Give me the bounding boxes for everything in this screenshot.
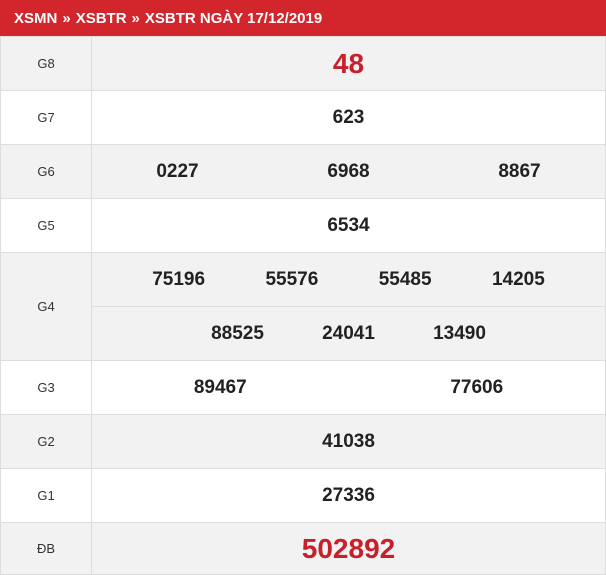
prize-number-g6: 0227 [156,160,199,182]
prize-number-special: 502892 [301,532,396,564]
results-table: G8 48 G7 623 G6 0227 6968 8867 G5 6534 G… [0,36,606,575]
prize-number-g1: 27336 [322,484,375,506]
prize-label: G8 [0,36,92,91]
prize-label: ĐB [0,522,92,575]
prize-number-g3: 77606 [450,376,504,398]
prize-label: G5 [0,198,92,253]
prize-number-g4: 55576 [265,268,319,290]
prize-label: G3 [0,360,92,415]
breadcrumb: XSMN » XSBTR » XSBTR NGÀY 17/12/2019 [0,0,606,36]
prize-row-g4-line2: 88525 24041 13490 [1,306,606,361]
prize-row-g2: G2 41038 [0,414,606,469]
prize-number-g4: 55485 [378,268,432,290]
breadcrumb-current-page[interactable]: XSBTR NGÀY 17/12/2019 [145,10,322,27]
prize-row-db: ĐB 502892 [0,522,606,575]
prize-number-g6: 6968 [327,160,370,182]
breadcrumb-link-xsbtr[interactable]: XSBTR [76,10,127,27]
prize-number-g2: 41038 [322,430,375,452]
prize-label: G2 [0,414,92,469]
prize-number-g3: 89467 [193,376,247,398]
prize-number-g4: 75196 [152,268,206,290]
prize-number-g4: 24041 [322,322,375,344]
prize-number-g4: 14205 [491,268,545,290]
breadcrumb-separator: » [131,9,140,27]
prize-row-g7: G7 623 [0,90,606,145]
prize-number-g5: 6534 [327,214,370,236]
prize-number-g4: 13490 [433,322,486,344]
prize-number-g8: 48 [332,47,365,79]
prize-row-g1: G1 27336 [0,468,606,523]
prize-number-g4: 88525 [211,322,264,344]
prize-number-g6: 8867 [498,160,541,182]
prize-label: G7 [0,90,92,145]
prize-label: G6 [0,144,92,199]
prize-row-g5: G5 6534 [0,198,606,253]
prize-row-g3: G3 89467 77606 [0,360,606,415]
breadcrumb-separator: » [62,9,71,27]
prize-row-g8: G8 48 [0,36,606,91]
prize-number-g7: 623 [332,106,365,128]
breadcrumb-link-xsmn[interactable]: XSMN [14,10,57,27]
prize-row-g6: G6 0227 6968 8867 [0,144,606,199]
prize-row-g4: G4 75196 55576 55485 14205 [0,252,606,361]
prize-label: G4 [0,252,92,361]
prize-label: G1 [0,468,92,523]
